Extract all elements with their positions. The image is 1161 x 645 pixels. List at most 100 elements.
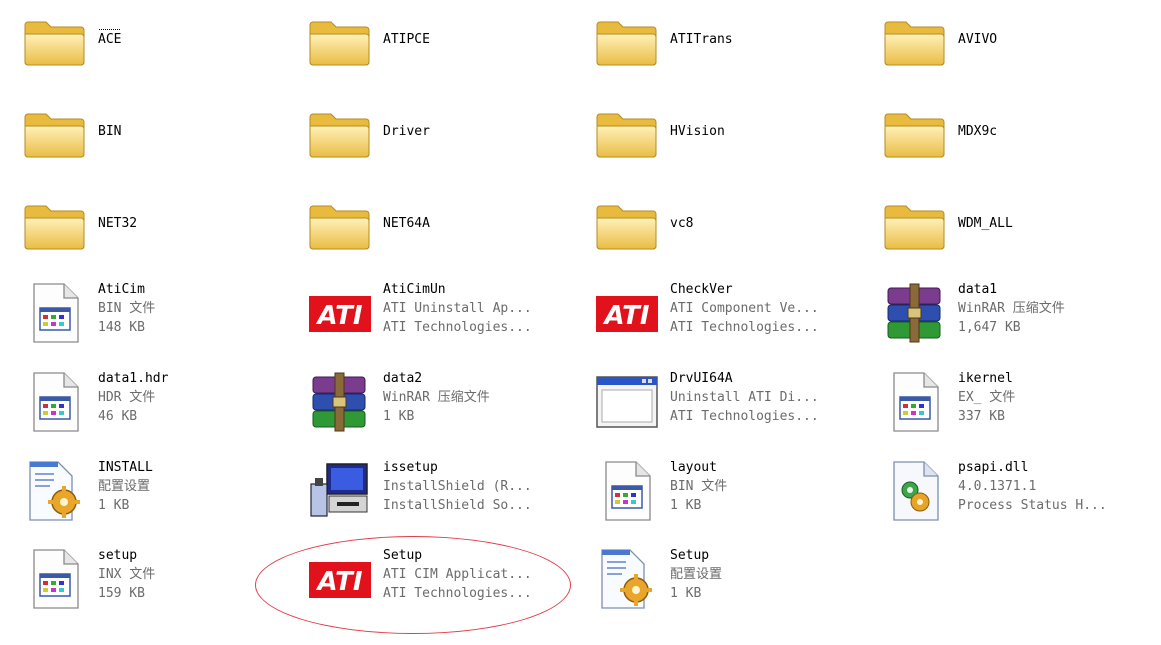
file-item-checkver-14[interactable]: ATI CheckVer ATI Component Ve... ATI Techn… xyxy=(594,280,864,360)
item-text: data1 WinRAR 压缩文件 1,647 KB xyxy=(958,280,1065,337)
item-text: HVision xyxy=(670,100,725,141)
file-item-drvui64a-18[interactable]: DrvUI64A Uninstall ATI Di... ATI Technolog… xyxy=(594,369,864,449)
item-type-description: ATI Uninstall Ap... xyxy=(383,301,532,316)
item-type-description: EX_ 文件 xyxy=(958,390,1016,405)
item-name: layout xyxy=(670,460,717,475)
item-text: Driver xyxy=(383,100,430,141)
file-item-aticimun-13[interactable]: ATI AtiCimUn ATI Uninstall Ap... ATI Techn… xyxy=(307,280,577,360)
item-text: data2 WinRAR 压缩文件 1 KB xyxy=(383,369,490,426)
item-name: BIN xyxy=(98,124,122,139)
folder-item-vc8-10[interactable]: vc8 xyxy=(594,192,864,272)
folder-item-driver-5[interactable]: Driver xyxy=(307,100,577,180)
item-name: ATIPCE xyxy=(383,32,430,47)
item-type-description: WinRAR 压缩文件 xyxy=(383,390,490,405)
item-size-or-company: 46 KB xyxy=(98,409,138,424)
item-text: AtiCimUn ATI Uninstall Ap... ATI Technolog… xyxy=(383,280,532,337)
item-text: vc8 xyxy=(670,192,693,233)
folder-item-bin-4[interactable]: BIN xyxy=(22,100,292,180)
folder-item-atipce-1[interactable]: ATIPCE xyxy=(307,8,577,88)
item-size-or-company: 1 KB xyxy=(98,498,130,513)
folder-icon xyxy=(307,192,373,258)
item-type-description: 配置设置 xyxy=(98,479,151,494)
item-text: psapi.dll 4.0.1371.1 Process Status H... xyxy=(958,458,1107,515)
folder-icon xyxy=(882,8,948,74)
item-size-or-company: 159 KB xyxy=(98,586,145,601)
installshield-icon xyxy=(307,458,373,524)
item-text: NET64A xyxy=(383,192,430,233)
item-size-or-company: 337 KB xyxy=(958,409,1005,424)
item-text: MDX9c xyxy=(958,100,997,141)
item-size-or-company: 1 KB xyxy=(670,586,702,601)
folder-item-net32-8[interactable]: NET32 xyxy=(22,192,292,272)
item-text: NET32 xyxy=(98,192,137,233)
item-name: NET32 xyxy=(98,216,138,231)
item-text: INSTALL 配置设置 1 KB xyxy=(98,458,153,515)
item-text: DrvUI64A Uninstall ATI Di... ATI Technolog… xyxy=(670,369,819,426)
folder-icon xyxy=(882,100,948,166)
folder-item-ace-0[interactable]: ACE xyxy=(22,8,292,88)
item-name: AtiCim xyxy=(98,282,145,297)
folder-icon xyxy=(22,8,88,74)
ati-logo-icon: ATI xyxy=(307,546,373,612)
item-type-description: ATI CIM Applicat... xyxy=(383,567,532,582)
item-type-description: BIN 文件 xyxy=(98,301,156,316)
file-item-setup-24[interactable]: setup INX 文件 159 KB xyxy=(22,546,292,626)
item-size-or-company: ATI Technologies... xyxy=(670,409,819,424)
item-name: ACE xyxy=(98,29,122,49)
svg-text:ATI: ATI xyxy=(315,567,362,597)
item-name: vc8 xyxy=(670,216,694,231)
folder-item-avivo-3[interactable]: AVIVO xyxy=(882,8,1152,88)
generic-file-icon xyxy=(22,280,88,346)
file-item-ikernel-19[interactable]: ikernel EX_ 文件 337 KB xyxy=(882,369,1152,449)
folder-icon xyxy=(594,8,660,74)
folder-icon xyxy=(594,192,660,258)
file-item-layout-22[interactable]: layout BIN 文件 1 KB xyxy=(594,458,864,538)
item-size-or-company: 148 KB xyxy=(98,320,145,335)
folder-icon xyxy=(882,192,948,258)
item-text: ACE xyxy=(98,8,122,49)
item-text: AVIVO xyxy=(958,8,997,49)
item-text: ATIPCE xyxy=(383,8,430,49)
folder-icon xyxy=(307,100,373,166)
item-text: issetup InstallShield (R... InstallShield … xyxy=(383,458,532,515)
folder-item-net64a-9[interactable]: NET64A xyxy=(307,192,577,272)
file-item-aticim-12[interactable]: AtiCim BIN 文件 148 KB xyxy=(22,280,292,360)
item-size-or-company: ATI Technologies... xyxy=(383,586,532,601)
item-text: WDM_ALL xyxy=(958,192,1013,233)
folder-item-wdm-all-11[interactable]: WDM_ALL xyxy=(882,192,1152,272)
item-text: setup INX 文件 159 KB xyxy=(98,546,155,603)
item-name: WDM_ALL xyxy=(958,216,1013,231)
folder-icon xyxy=(307,8,373,74)
winrar-archive-icon xyxy=(882,280,948,346)
item-text: ATITrans xyxy=(670,8,733,49)
file-item-setup-26[interactable]: Setup 配置设置 1 KB xyxy=(594,546,864,626)
item-name: Setup xyxy=(383,548,423,563)
file-item-psapi-dll-23[interactable]: psapi.dll 4.0.1371.1 Process Status H... xyxy=(882,458,1152,538)
config-settings-icon xyxy=(594,546,660,612)
svg-text:ATI: ATI xyxy=(315,301,362,331)
item-size-or-company: Process Status H... xyxy=(958,498,1107,513)
folder-item-atitrans-2[interactable]: ATITrans xyxy=(594,8,864,88)
file-item-data1-15[interactable]: data1 WinRAR 压缩文件 1,647 KB xyxy=(882,280,1152,360)
item-name: HVision xyxy=(670,124,725,139)
item-name: MDX9c xyxy=(958,124,998,139)
file-item-data1-hdr-16[interactable]: data1.hdr HDR 文件 46 KB xyxy=(22,369,292,449)
file-item-issetup-21[interactable]: issetup InstallShield (R... InstallShield … xyxy=(307,458,577,538)
file-item-setup-25[interactable]: ATI Setup ATI CIM Applicat... ATI Technolo… xyxy=(307,546,577,626)
item-size-or-company: 1 KB xyxy=(383,409,415,424)
item-text: ikernel EX_ 文件 337 KB xyxy=(958,369,1015,426)
file-item-data2-17[interactable]: data2 WinRAR 压缩文件 1 KB xyxy=(307,369,577,449)
item-type-description: 配置设置 xyxy=(670,567,723,582)
file-item-install-20[interactable]: INSTALL 配置设置 1 KB xyxy=(22,458,292,538)
item-text: AtiCim BIN 文件 148 KB xyxy=(98,280,155,337)
item-type-description: HDR 文件 xyxy=(98,390,156,405)
item-name: DrvUI64A xyxy=(670,371,733,386)
file-list-view: ACE ATIPCE ATITrans AVIVO BIN Driver HVi… xyxy=(0,0,1161,645)
folder-item-hvision-6[interactable]: HVision xyxy=(594,100,864,180)
item-name: data1 xyxy=(958,282,998,297)
item-text: CheckVer ATI Component Ve... ATI Technolog… xyxy=(670,280,819,337)
folder-item-mdx9c-7[interactable]: MDX9c xyxy=(882,100,1152,180)
item-name: psapi.dll xyxy=(958,460,1029,475)
item-type-description: Uninstall ATI Di... xyxy=(670,390,819,405)
ati-logo-icon: ATI xyxy=(594,280,660,346)
